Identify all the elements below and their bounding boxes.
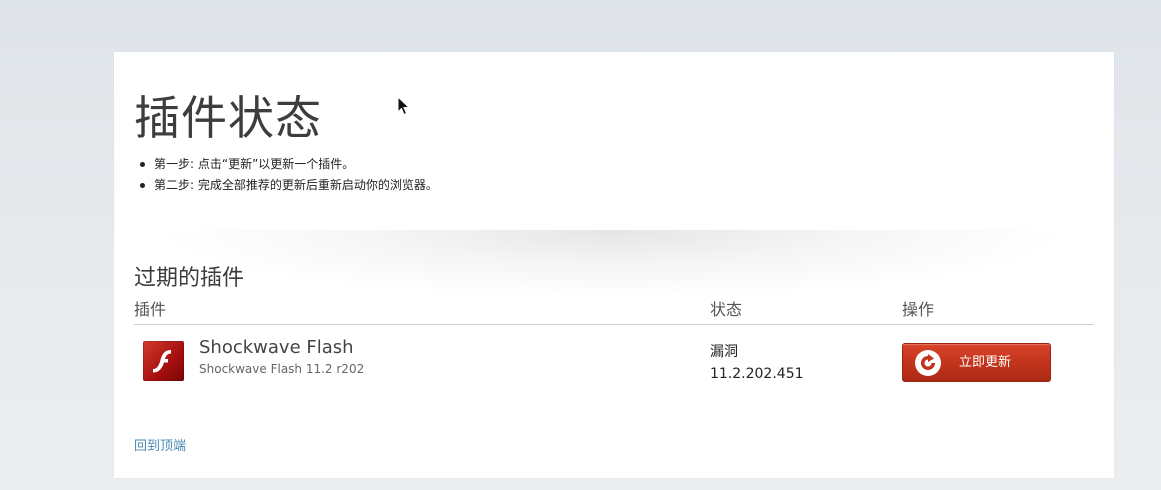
status-badge: 漏洞 — [710, 344, 738, 360]
back-to-top-link[interactable]: 回到顶端 — [134, 438, 186, 456]
bullet-icon — [140, 162, 145, 167]
step-text: 第一步: 点击“更新”以更新一个插件。 — [154, 157, 355, 171]
steps-list: 第一步: 点击“更新”以更新一个插件。 第二步: 完成全部推荐的更新后重新启动你… — [134, 154, 438, 196]
step-item: 第一步: 点击“更新”以更新一个插件。 — [134, 154, 438, 175]
table-header: 插件 状态 操作 — [134, 298, 1094, 325]
flash-icon — [143, 341, 184, 381]
plugin-name: Shockwave Flash — [199, 337, 354, 358]
bullet-icon — [140, 183, 145, 188]
outdated-plugins-title: 过期的插件 — [134, 266, 245, 291]
mouse-cursor-icon — [397, 96, 411, 116]
column-header-status: 状态 — [710, 300, 743, 319]
plugin-version: Shockwave Flash 11.2 r202 — [199, 362, 365, 376]
plugin-status-card: 插件状态 第一步: 点击“更新”以更新一个插件。 第二步: 完成全部推荐的更新后… — [114, 52, 1114, 478]
refresh-icon — [915, 350, 941, 376]
step-item: 第二步: 完成全部推荐的更新后重新启动你的浏览器。 — [134, 175, 438, 196]
step-text: 第二步: 完成全部推荐的更新后重新启动你的浏览器。 — [154, 178, 438, 192]
update-now-button[interactable]: 立即更新 — [902, 343, 1051, 382]
column-header-action: 操作 — [902, 300, 935, 319]
update-now-label: 立即更新 — [959, 355, 1012, 370]
status-version: 11.2.202.451 — [710, 366, 804, 382]
column-header-plugin: 插件 — [134, 300, 167, 319]
section-divider — [154, 230, 1074, 300]
table-row: Shockwave Flash Shockwave Flash 11.2 r20… — [134, 332, 1094, 392]
page-title: 插件状态 — [134, 91, 322, 145]
